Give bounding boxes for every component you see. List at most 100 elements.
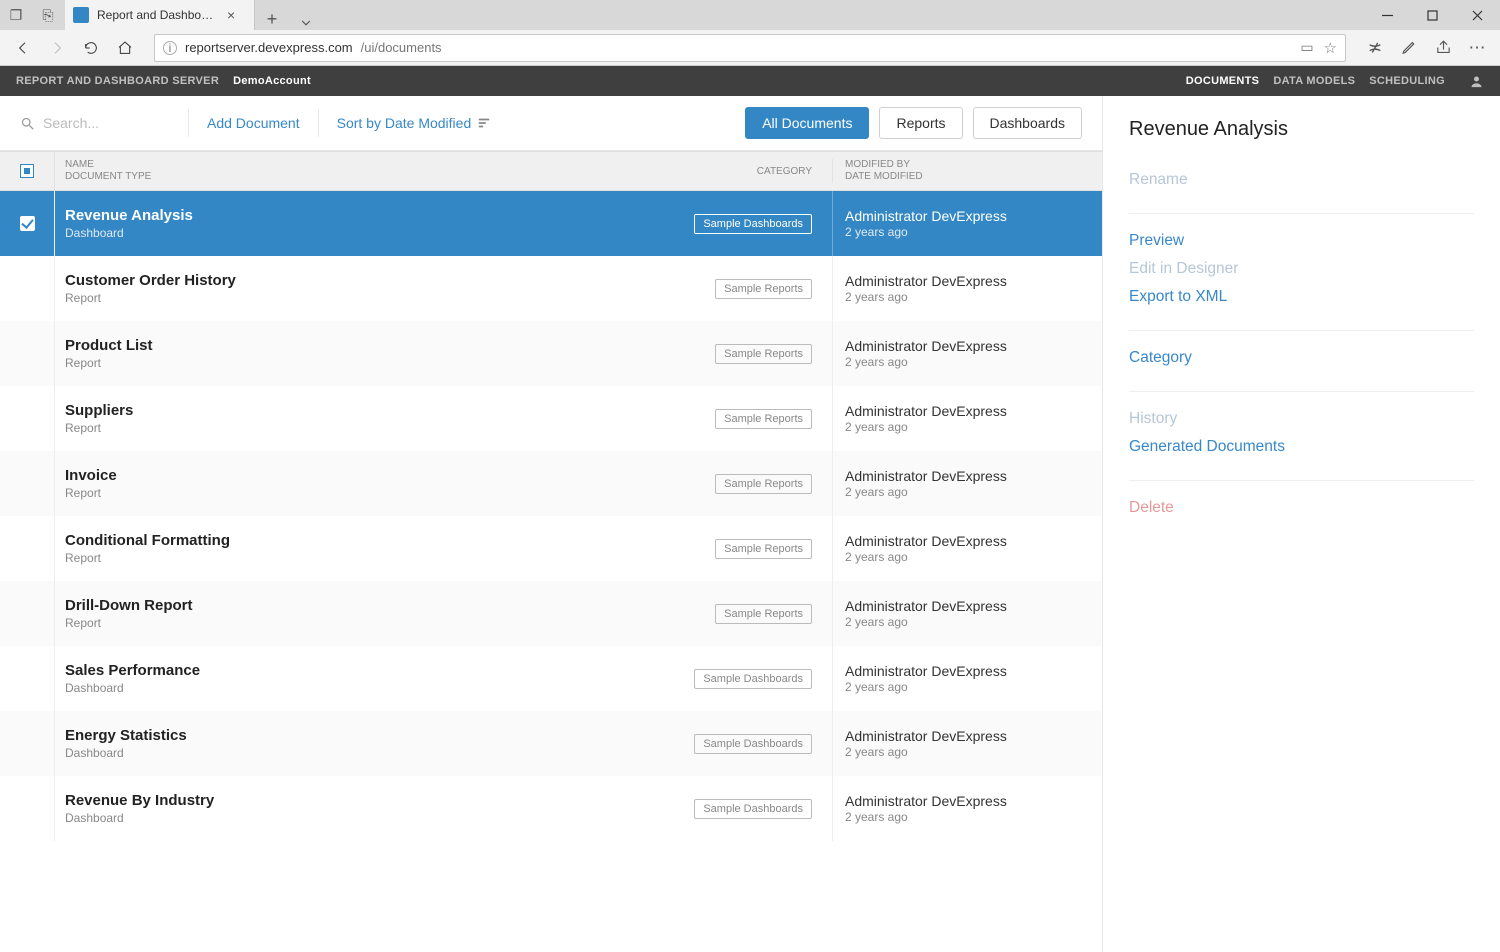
category-badge[interactable]: Sample Reports xyxy=(715,279,812,299)
table-row[interactable]: SuppliersReportSample ReportsAdministrat… xyxy=(0,386,1102,451)
document-name: Sales Performance xyxy=(65,662,200,679)
search-input[interactable] xyxy=(43,115,143,131)
document-type: Report xyxy=(65,291,236,305)
refresh-button[interactable] xyxy=(76,33,106,63)
row-name-cell[interactable]: Sales PerformanceDashboardSample Dashboa… xyxy=(55,646,832,711)
favorites-list-icon[interactable]: ≭ xyxy=(1360,33,1390,63)
nav-data-models[interactable]: DATA MODELS xyxy=(1273,75,1355,87)
row-name-cell[interactable]: Revenue AnalysisDashboardSample Dashboar… xyxy=(55,191,832,256)
document-name: Drill-Down Report xyxy=(65,597,193,614)
row-checkbox-cell[interactable] xyxy=(0,191,55,256)
window-minimize-button[interactable] xyxy=(1365,0,1410,30)
document-name: Conditional Formatting xyxy=(65,532,230,549)
site-info-icon[interactable]: i xyxy=(163,41,177,55)
delete-link[interactable]: Delete xyxy=(1129,499,1474,517)
row-checkbox-cell[interactable] xyxy=(0,776,55,841)
filter-dashboards[interactable]: Dashboards xyxy=(973,107,1083,139)
document-name: Revenue By Industry xyxy=(65,792,214,809)
new-tab-button[interactable]: + xyxy=(255,9,289,30)
row-checkbox[interactable] xyxy=(20,216,35,231)
table-row[interactable]: Sales PerformanceDashboardSample Dashboa… xyxy=(0,646,1102,711)
nav-documents[interactable]: DOCUMENTS xyxy=(1186,75,1260,87)
nav-scheduling[interactable]: SCHEDULING xyxy=(1369,75,1445,87)
window-maximize-button[interactable] xyxy=(1410,0,1455,30)
category-badge[interactable]: Sample Reports xyxy=(715,409,812,429)
row-checkbox-cell[interactable] xyxy=(0,256,55,321)
account-name[interactable]: DemoAccount xyxy=(233,75,311,87)
rename-link[interactable]: Rename xyxy=(1129,171,1474,189)
row-checkbox-cell[interactable] xyxy=(0,451,55,516)
row-checkbox-cell[interactable] xyxy=(0,646,55,711)
reading-view-icon[interactable]: ▭ xyxy=(1300,39,1313,56)
table-row[interactable]: Product ListReportSample ReportsAdminist… xyxy=(0,321,1102,386)
document-type: Dashboard xyxy=(65,226,193,240)
row-checkbox-cell[interactable] xyxy=(0,386,55,451)
row-modified-cell: Administrator DevExpress2 years ago xyxy=(832,256,1102,321)
forward-button[interactable] xyxy=(42,33,72,63)
table-row[interactable]: Revenue By IndustryDashboardSample Dashb… xyxy=(0,776,1102,841)
tab-overflow-icon[interactable] xyxy=(289,16,323,30)
select-all-column[interactable] xyxy=(0,152,55,190)
row-name-cell[interactable]: Product ListReportSample Reports xyxy=(55,321,832,386)
category-badge[interactable]: Sample Reports xyxy=(715,474,812,494)
header-category[interactable]: CATEGORY xyxy=(712,166,832,177)
modified-date: 2 years ago xyxy=(845,615,1102,629)
table-row[interactable]: InvoiceReportSample ReportsAdministrator… xyxy=(0,451,1102,516)
row-name-cell[interactable]: SuppliersReportSample Reports xyxy=(55,386,832,451)
table-row[interactable]: Revenue AnalysisDashboardSample Dashboar… xyxy=(0,191,1102,256)
address-bar[interactable]: i reportserver.devexpress.com/ui/documen… xyxy=(154,34,1346,62)
row-checkbox-cell[interactable] xyxy=(0,581,55,646)
edit-in-designer-link[interactable]: Edit in Designer xyxy=(1129,260,1474,278)
sort-button[interactable]: Sort by Date Modified xyxy=(337,115,492,131)
modified-date: 2 years ago xyxy=(845,420,1102,434)
row-checkbox-cell[interactable] xyxy=(0,321,55,386)
header-name[interactable]: NAME DOCUMENT TYPE xyxy=(55,159,712,183)
notes-icon[interactable] xyxy=(1394,33,1424,63)
table-row[interactable]: Customer Order HistoryReportSample Repor… xyxy=(0,256,1102,321)
documents-toolbar: Add Document Sort by Date Modified All D… xyxy=(0,96,1102,151)
favorite-icon[interactable]: ☆ xyxy=(1324,39,1337,57)
row-name-cell[interactable]: Revenue By IndustryDashboardSample Dashb… xyxy=(55,776,832,841)
select-all-checkbox[interactable] xyxy=(20,164,34,178)
sys-icon-overlap[interactable]: ❐ xyxy=(0,0,32,30)
row-checkbox-cell[interactable] xyxy=(0,516,55,581)
filter-all-documents[interactable]: All Documents xyxy=(745,107,869,139)
category-badge[interactable]: Sample Dashboards xyxy=(694,214,812,234)
home-button[interactable] xyxy=(110,33,140,63)
category-badge[interactable]: Sample Reports xyxy=(715,344,812,364)
share-icon[interactable] xyxy=(1428,33,1458,63)
category-badge[interactable]: Sample Reports xyxy=(715,604,812,624)
user-icon[interactable] xyxy=(1469,74,1484,89)
row-name-cell[interactable]: InvoiceReportSample Reports xyxy=(55,451,832,516)
row-checkbox-cell[interactable] xyxy=(0,711,55,776)
category-badge[interactable]: Sample Dashboards xyxy=(694,799,812,819)
browser-tab[interactable]: Report and Dashboard S × xyxy=(65,0,255,30)
row-name-cell[interactable]: Drill-Down ReportReportSample Reports xyxy=(55,581,832,646)
table-row[interactable]: Energy StatisticsDashboardSample Dashboa… xyxy=(0,711,1102,776)
add-document-button[interactable]: Add Document xyxy=(207,115,300,131)
preview-link[interactable]: Preview xyxy=(1129,232,1474,250)
row-name-cell[interactable]: Energy StatisticsDashboardSample Dashboa… xyxy=(55,711,832,776)
window-close-button[interactable] xyxy=(1455,0,1500,30)
sys-icon-recent[interactable]: ⎘ xyxy=(32,0,64,30)
search-box[interactable] xyxy=(20,115,170,131)
more-icon[interactable]: ⋯ xyxy=(1462,33,1492,63)
category-badge[interactable]: Sample Dashboards xyxy=(694,669,812,689)
category-badge[interactable]: Sample Dashboards xyxy=(694,734,812,754)
category-link[interactable]: Category xyxy=(1129,349,1474,367)
generated-documents-link[interactable]: Generated Documents xyxy=(1129,438,1474,456)
header-modified[interactable]: MODIFIED BY DATE MODIFIED xyxy=(832,159,1102,183)
close-tab-icon[interactable]: × xyxy=(227,7,235,23)
export-xml-link[interactable]: Export to XML xyxy=(1129,288,1474,306)
back-button[interactable] xyxy=(8,33,38,63)
row-name-cell[interactable]: Customer Order HistoryReportSample Repor… xyxy=(55,256,832,321)
modified-by: Administrator DevExpress xyxy=(845,533,1102,549)
document-type: Report xyxy=(65,486,117,500)
history-link[interactable]: History xyxy=(1129,410,1474,428)
filter-reports[interactable]: Reports xyxy=(879,107,962,139)
row-name-cell[interactable]: Conditional FormattingReportSample Repor… xyxy=(55,516,832,581)
table-row[interactable]: Drill-Down ReportReportSample ReportsAdm… xyxy=(0,581,1102,646)
table-row[interactable]: Conditional FormattingReportSample Repor… xyxy=(0,516,1102,581)
category-badge[interactable]: Sample Reports xyxy=(715,539,812,559)
documents-list[interactable]: Revenue AnalysisDashboardSample Dashboar… xyxy=(0,191,1102,952)
